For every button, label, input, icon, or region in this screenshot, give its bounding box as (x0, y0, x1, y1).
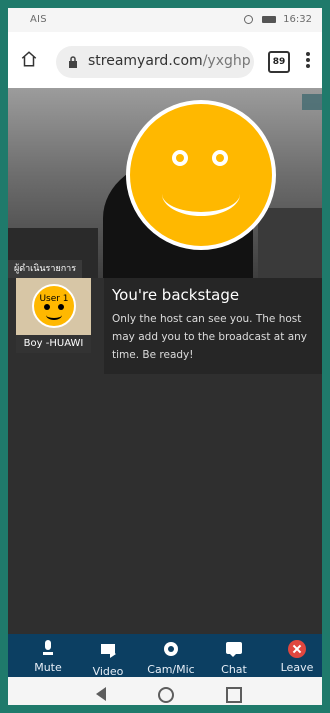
video-camera-icon (99, 644, 117, 662)
mute-label: Mute (34, 661, 62, 674)
status-right: 16:32 (243, 14, 312, 25)
smiley-eye-left (172, 150, 188, 166)
status-bar: AIS 16:32 (8, 8, 322, 32)
backstage-notice: You're backstage Only the host can see y… (104, 278, 322, 374)
home-icon[interactable] (20, 50, 38, 68)
user-avatar: User 1 (32, 284, 76, 328)
backstage-title: You're backstage (112, 286, 240, 304)
backstage-message: Only the host can see you. The host may … (112, 313, 307, 361)
avatar-mouth (46, 310, 62, 320)
close-circle-icon (288, 640, 306, 658)
eye-icon (243, 14, 253, 24)
url-domain: streamyard.com (88, 53, 203, 69)
mic-icon (39, 640, 57, 658)
gear-icon (162, 642, 180, 660)
battery-icon (261, 15, 276, 23)
avatar-label: User 1 (39, 294, 69, 304)
home-circle-icon[interactable] (158, 687, 174, 703)
call-controls: Mute Video Cam/Mic Chat Leave (8, 634, 322, 678)
url-text: streamyard.com/yxghp (88, 53, 251, 69)
host-name-label: ผู้ดำเนินรายการ (8, 260, 83, 278)
lock-icon (69, 56, 77, 68)
smiley-mouth (162, 172, 240, 216)
tab-switcher-button[interactable]: 89 (268, 51, 290, 73)
leave-button[interactable]: Leave (267, 640, 322, 676)
phone-screen: AIS 16:32 streamyard.com/yxghp 89 ผู้ดำเ… (8, 8, 322, 705)
clock: 16:32 (283, 14, 312, 25)
video-button[interactable]: Video (78, 640, 138, 678)
self-view-thumbnail: User 1 Boy -HUAWI (16, 278, 91, 353)
cam-mic-label: Cam/Mic (147, 663, 195, 676)
participant-name: Boy -HUAWI (16, 335, 91, 353)
chat-label: Chat (221, 663, 247, 676)
recents-square-icon[interactable] (226, 687, 242, 703)
leave-label: Leave (280, 661, 314, 674)
address-bar[interactable]: streamyard.com/yxghp (56, 46, 254, 78)
cam-mic-settings-button[interactable]: Cam/Mic (141, 640, 201, 676)
video-corner-overlay (302, 94, 322, 110)
mute-button[interactable]: Mute (18, 640, 78, 676)
browser-toolbar: streamyard.com/yxghp 89 (8, 32, 322, 89)
smiley-face-overlay (126, 100, 276, 250)
back-triangle-icon[interactable] (96, 687, 110, 701)
more-menu-icon[interactable] (304, 50, 312, 70)
chat-icon (225, 642, 243, 660)
background-object (258, 208, 322, 278)
carrier-label: AIS (30, 14, 47, 25)
url-path: /yxghp (202, 53, 251, 69)
android-nav-bar (8, 677, 322, 705)
chat-button[interactable]: Chat (204, 640, 264, 676)
smiley-eye-right (212, 150, 228, 166)
